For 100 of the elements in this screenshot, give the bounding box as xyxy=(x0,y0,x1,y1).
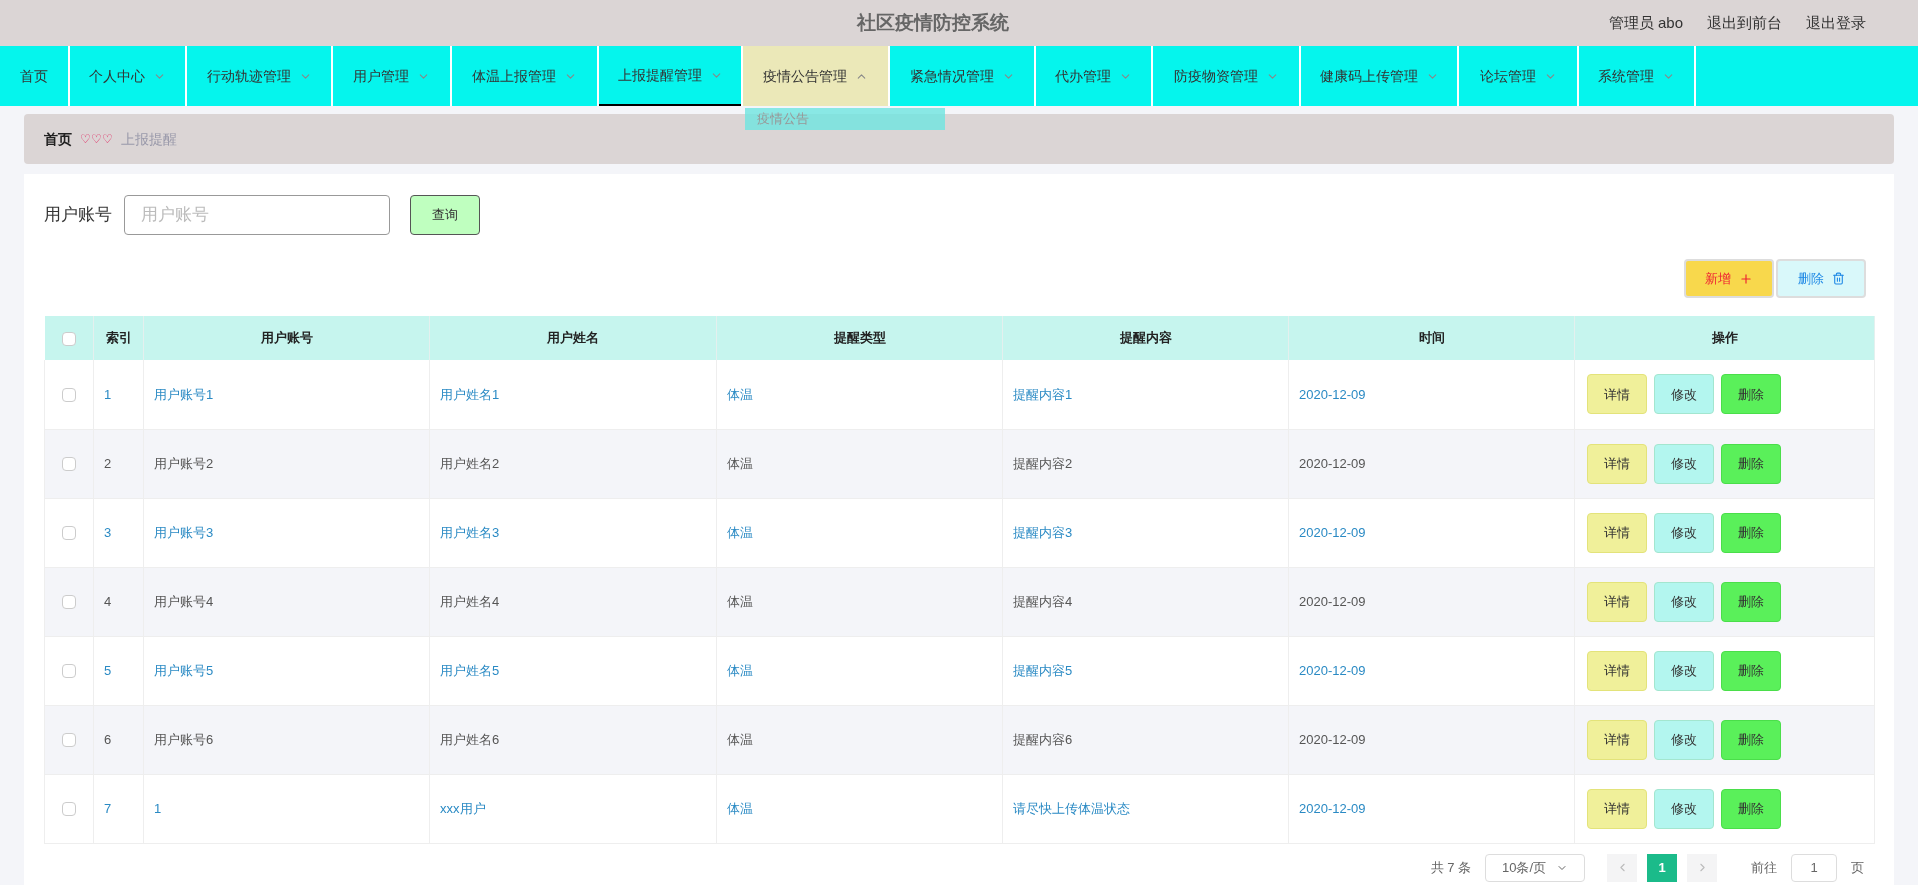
table-cell: 体温 xyxy=(727,593,753,609)
header-link[interactable]: 退出登录 xyxy=(1806,11,1866,35)
row-checkbox[interactable] xyxy=(62,802,76,817)
row-action-button[interactable]: 详情 xyxy=(1587,374,1647,415)
table-cell: 3 xyxy=(104,524,112,540)
nav-tab[interactable]: 上报提醒管理 xyxy=(599,46,741,106)
table-cell: 用户姓名3 xyxy=(440,524,500,540)
nav-tab[interactable]: 论坛管理 xyxy=(1459,46,1577,106)
table-cell: 7 xyxy=(104,800,112,816)
table-cell: 5 xyxy=(104,662,112,678)
breadcrumb-home[interactable]: 首页 xyxy=(44,128,72,150)
row-action-button[interactable]: 删除 xyxy=(1721,443,1781,484)
row-action-button[interactable]: 详情 xyxy=(1587,581,1647,622)
table-cell: 体温 xyxy=(727,731,753,747)
row-action-button[interactable]: 修改 xyxy=(1654,374,1714,415)
table-cell: 提醒内容2 xyxy=(1013,455,1073,471)
table-cell: 1 xyxy=(154,800,162,816)
row-checkbox[interactable] xyxy=(62,595,76,610)
trash-icon xyxy=(1831,272,1845,285)
table-cell: 提醒内容5 xyxy=(1013,662,1073,678)
table-cell: 体温 xyxy=(727,455,753,471)
app-title: 社区疫情防控系统 xyxy=(857,10,1009,35)
table-cell: 提醒内容1 xyxy=(1013,386,1073,402)
table-cell: 用户姓名5 xyxy=(440,662,500,678)
row-checkbox[interactable] xyxy=(62,457,76,472)
row-checkbox[interactable] xyxy=(62,526,76,541)
select-all-checkbox[interactable] xyxy=(61,331,76,346)
row-action-button[interactable]: 删除 xyxy=(1721,581,1781,622)
row-checkbox[interactable] xyxy=(62,664,76,679)
table-cell: 用户账号1 xyxy=(154,386,214,402)
table-cell: 2 xyxy=(104,455,112,471)
row-action-button[interactable]: 删除 xyxy=(1721,650,1781,691)
plus-icon xyxy=(1739,271,1753,286)
row-action-button[interactable]: 修改 xyxy=(1654,512,1714,553)
row-checkbox[interactable] xyxy=(62,733,76,748)
table-cell: 2020-12-09 xyxy=(1299,731,1366,747)
nav-tab[interactable]: 紧急情况管理 xyxy=(890,46,1034,106)
row-action-button[interactable]: 详情 xyxy=(1587,512,1647,553)
table-cell: 用户账号2 xyxy=(154,455,214,471)
table-cell: 用户姓名1 xyxy=(440,386,500,402)
table-cell: 2020-12-09 xyxy=(1299,662,1366,678)
table-cell: 提醒内容6 xyxy=(1013,731,1073,747)
total-count: 共 7 条 xyxy=(1430,858,1471,877)
admin-user-label: 管理员 abo xyxy=(1608,12,1683,33)
search-label: 用户账号 xyxy=(44,204,112,227)
row-checkbox[interactable] xyxy=(62,388,76,403)
table-cell: 2020-12-09 xyxy=(1299,386,1366,402)
nav-tab[interactable]: 防疫物资管理 xyxy=(1153,46,1299,106)
search-field[interactable]: 用户账号 xyxy=(124,195,390,235)
row-action-button[interactable]: 详情 xyxy=(1587,650,1647,691)
nav-tab[interactable]: 用户管理 xyxy=(333,46,450,106)
prev-page-button[interactable] xyxy=(1607,853,1637,882)
goto-label: 前往 xyxy=(1751,858,1777,877)
table-cell: xxx用户 xyxy=(440,800,486,816)
header-link[interactable]: 退出到前台 xyxy=(1707,11,1782,35)
row-action-button[interactable]: 修改 xyxy=(1654,650,1714,691)
row-action-button[interactable]: 修改 xyxy=(1654,443,1714,484)
table-cell: 2020-12-09 xyxy=(1299,524,1366,540)
row-action-button[interactable]: 修改 xyxy=(1654,581,1714,622)
nav-tab[interactable]: 疫情公告管理 xyxy=(743,46,888,106)
table-cell: 体温 xyxy=(727,386,753,402)
table-cell: 2020-12-09 xyxy=(1299,593,1366,609)
table-cell: 提醒内容3 xyxy=(1013,524,1073,540)
table-cell: 2020-12-09 xyxy=(1299,800,1366,816)
page-suffix: 页 xyxy=(1851,858,1864,877)
nav-tab[interactable]: 首页 xyxy=(0,46,68,106)
next-page-button[interactable] xyxy=(1687,853,1717,882)
breadcrumb-separator: ♡♡♡ xyxy=(80,131,113,148)
table-cell: 提醒内容4 xyxy=(1013,593,1073,609)
row-action-button[interactable]: 删除 xyxy=(1721,719,1781,760)
table-cell: 4 xyxy=(104,593,112,609)
nav-tab[interactable]: 个人中心 xyxy=(70,46,185,106)
table-cell: 用户账号5 xyxy=(154,662,214,678)
page-size-select[interactable]: 10条/页 xyxy=(1485,853,1585,882)
table-cell: 体温 xyxy=(727,662,753,678)
nav-tab[interactable]: 健康码上传管理 xyxy=(1301,46,1457,106)
table-cell: 6 xyxy=(104,731,112,747)
goto-page-field[interactable]: 1 xyxy=(1791,853,1837,882)
nav-tab[interactable]: 系统管理 xyxy=(1579,46,1694,106)
table-cell: 1 xyxy=(104,386,112,402)
row-action-button[interactable]: 详情 xyxy=(1587,719,1647,760)
row-action-button[interactable]: 删除 xyxy=(1721,374,1781,415)
row-action-button[interactable]: 修改 xyxy=(1654,719,1714,760)
table-cell: 用户账号3 xyxy=(154,524,214,540)
table-cell: 用户姓名2 xyxy=(440,455,500,471)
row-action-button[interactable]: 详情 xyxy=(1587,788,1647,829)
nav-tab[interactable]: 代办管理 xyxy=(1036,46,1151,106)
row-action-button[interactable]: 修改 xyxy=(1654,788,1714,829)
table-cell: 用户账号6 xyxy=(154,731,214,747)
nav-tab[interactable]: 体温上报管理 xyxy=(452,46,597,106)
nav-tab[interactable]: 行动轨迹管理 xyxy=(187,46,331,106)
table-cell: 体温 xyxy=(727,800,753,816)
row-action-button[interactable]: 删除 xyxy=(1721,512,1781,553)
table-cell: 请尽快上传体温状态 xyxy=(1013,800,1130,816)
table-cell: 2020-12-09 xyxy=(1299,455,1366,471)
search-button[interactable]: 查询 xyxy=(410,195,480,235)
table-cell: 用户姓名6 xyxy=(440,731,500,747)
row-action-button[interactable]: 删除 xyxy=(1721,788,1781,829)
table-cell: 体温 xyxy=(727,524,753,540)
row-action-button[interactable]: 详情 xyxy=(1587,443,1647,484)
